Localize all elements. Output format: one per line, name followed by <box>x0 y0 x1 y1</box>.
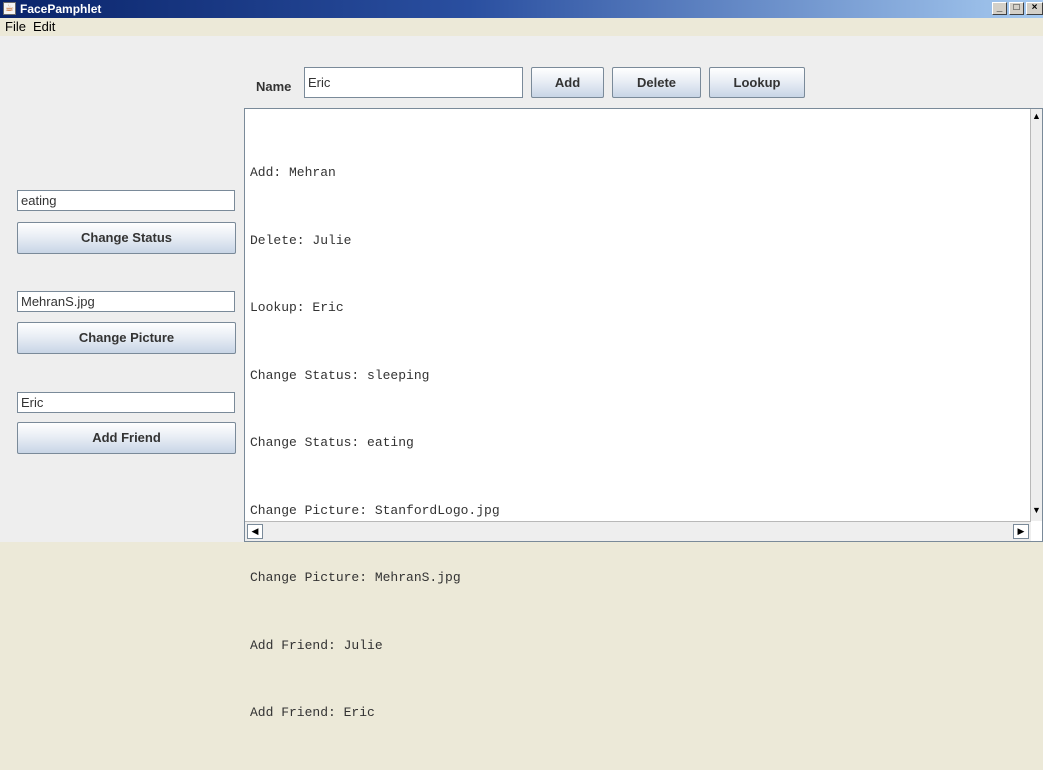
log-line: Change Status: sleeping <box>250 367 430 383</box>
log-line: Add Friend: Julie <box>250 637 383 653</box>
scroll-down-icon[interactable]: ▼ <box>1032 505 1041 515</box>
vertical-scrollbar[interactable]: ▲ ▼ <box>1030 109 1042 521</box>
scroll-left-icon[interactable]: ◀ <box>247 524 263 539</box>
console-text: Add: Mehran Delete: Julie Lookup: Eric C… <box>250 117 500 770</box>
close-button[interactable]: × <box>1026 2 1043 15</box>
horizontal-scrollbar[interactable]: ◀ ▶ <box>245 521 1031 541</box>
add-button[interactable]: Add <box>531 67 604 98</box>
title-bar[interactable]: ☕ FacePamphlet _ □ × <box>0 0 1043 18</box>
change-picture-button[interactable]: Change Picture <box>17 322 236 354</box>
log-line: Lookup: Eric <box>250 300 344 315</box>
maximize-button[interactable]: □ <box>1009 2 1024 15</box>
friend-input[interactable]: Eric <box>17 392 235 413</box>
menu-file[interactable]: File <box>5 19 26 35</box>
name-input[interactable]: Eric <box>304 67 523 98</box>
change-status-button[interactable]: Change Status <box>17 222 236 254</box>
log-line: Change Picture: MehranS.jpg <box>250 570 461 585</box>
log-line: Delete: Julie <box>250 232 352 248</box>
console-log-area[interactable]: Add: Mehran Delete: Julie Lookup: Eric C… <box>244 108 1043 720</box>
java-cup-icon: ☕ <box>3 2 16 15</box>
scroll-up-icon[interactable]: ▲ <box>1032 111 1041 121</box>
log-line: Change Picture: StanfordLogo.jpg <box>250 502 500 518</box>
minimize-button[interactable]: _ <box>992 2 1007 15</box>
delete-button[interactable]: Delete <box>612 67 701 98</box>
log-line: Add Friend: Eric <box>250 705 375 720</box>
scroll-right-icon[interactable]: ▶ <box>1013 524 1029 539</box>
window-title: FacePamphlet <box>20 2 102 16</box>
name-label: Name <box>256 79 292 94</box>
status-input[interactable]: eating <box>17 190 235 211</box>
picture-input[interactable]: MehranS.jpg <box>17 291 235 312</box>
menu-edit[interactable]: Edit <box>33 19 55 35</box>
log-line: Add: Mehran <box>250 165 336 180</box>
menu-bar: File Edit <box>0 18 1043 36</box>
add-friend-button[interactable]: Add Friend <box>17 422 236 454</box>
lookup-button[interactable]: Lookup <box>709 67 805 98</box>
log-line: Change Status: eating <box>250 435 414 450</box>
